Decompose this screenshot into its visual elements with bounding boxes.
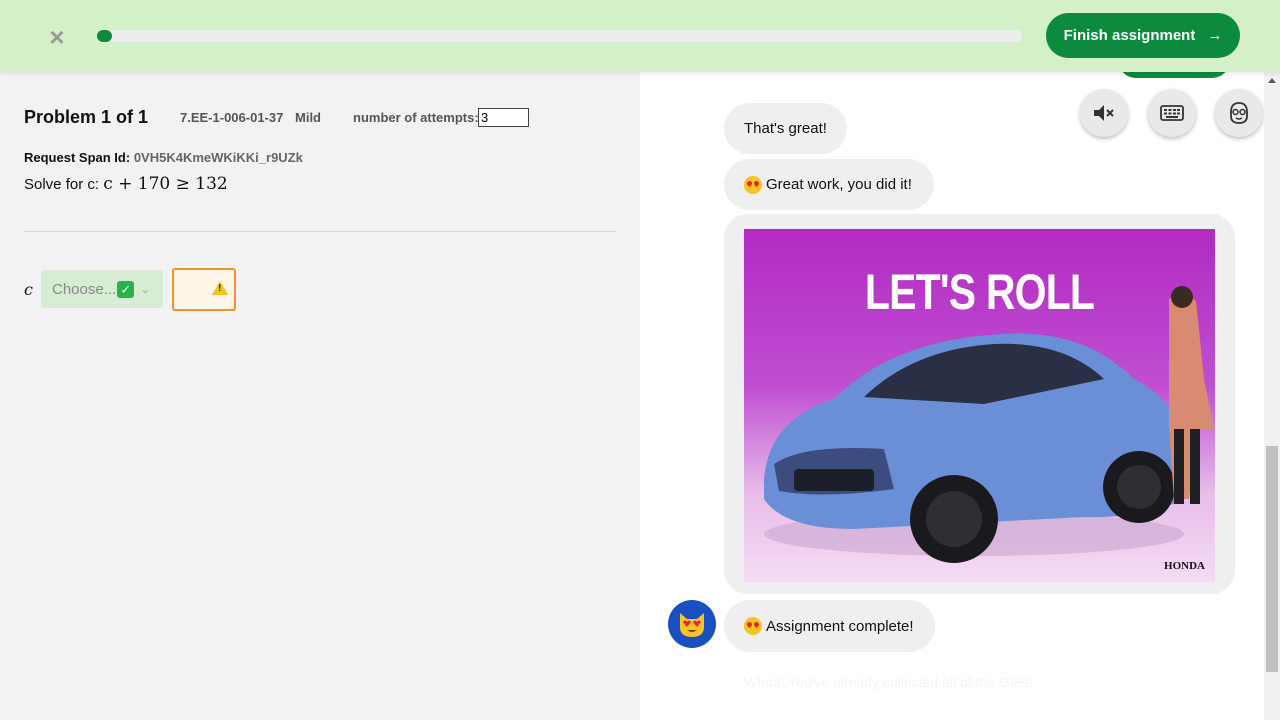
- heart-eyes-icon: [744, 617, 762, 635]
- progress-fill: [97, 30, 112, 42]
- arrow-right-icon: →: [1207, 27, 1223, 44]
- top-bar: × Finish assignment →: [0, 0, 1280, 72]
- chevron-down-icon: ⌄: [140, 282, 151, 296]
- problem-title: Problem 1 of 1: [24, 107, 149, 127]
- heart-eyes-icon: [744, 175, 762, 194]
- request-span-value: 0VH5K4KmeWKiKKi_r9UZk: [133, 150, 303, 165]
- scroll-up-icon[interactable]: [1268, 78, 1276, 83]
- keyboard-button[interactable]: [1148, 89, 1196, 137]
- chat-message-text: Great work, you did it!: [766, 176, 912, 193]
- relation-select[interactable]: Choose... ✓ ⌄: [41, 270, 163, 308]
- problem-pane: Problem 1 of 1 7.EE-1-006-01-37 Mild num…: [0, 72, 640, 720]
- finish-assignment-label: Finish assignment: [1063, 27, 1196, 44]
- finish-assignment-button[interactable]: Finish assignment →: [1046, 13, 1240, 58]
- request-span-label: Request Span Id:: [24, 150, 131, 165]
- variable-label: c: [24, 280, 33, 299]
- honda-logo: HONDA: [1164, 560, 1205, 572]
- equation: c + 170 ≥ 132: [103, 174, 228, 194]
- chat-message: Great work, you did it!: [724, 159, 934, 210]
- progress-bar: [97, 30, 1022, 42]
- chat-message-text: That's great!: [744, 120, 827, 137]
- warning-icon: !: [212, 281, 228, 295]
- gif-message: LET'S ROLL HONDA: [724, 214, 1235, 594]
- gif-image: LET'S ROLL HONDA: [744, 229, 1215, 582]
- solve-prefix: Solve for c:: [24, 176, 100, 193]
- car-illustration: [764, 286, 1214, 563]
- difficulty-label: Mild: [295, 110, 321, 125]
- attempts-input[interactable]: [478, 108, 529, 127]
- mute-icon: [1094, 105, 1114, 121]
- divider: [24, 231, 616, 232]
- check-icon: ✓: [117, 280, 135, 298]
- mute-button[interactable]: [1080, 89, 1128, 137]
- chat-message-text: Assignment complete!: [766, 617, 914, 635]
- attempts-label: number of attempts:: [353, 110, 479, 125]
- chat-pane: That's great! Great work, you did it! LE…: [640, 72, 1264, 720]
- chat-message: That's great!: [724, 103, 847, 154]
- robot-face-icon: [1230, 102, 1248, 124]
- keyboard-icon: [1160, 105, 1184, 121]
- problem-code: 7.EE-1-006-01-37: [180, 110, 284, 125]
- close-icon[interactable]: ×: [44, 24, 70, 50]
- previous-button-peek: [1118, 72, 1230, 78]
- chat-scrollbar[interactable]: [1264, 72, 1280, 720]
- gif-collection-notice: Whoa! You've already collected all of th…: [744, 674, 1034, 690]
- relation-select-placeholder: Choose...: [52, 280, 117, 298]
- heart-eyes-cat-icon: [680, 613, 704, 637]
- answer-input[interactable]: !: [172, 268, 236, 311]
- tutor-face-button[interactable]: [1215, 89, 1263, 137]
- avatar: [668, 600, 716, 648]
- request-span-row: Request Span Id: 0VH5K4KmeWKiKKi_r9UZk: [24, 150, 303, 165]
- problem-statement: Solve for c: c + 170 ≥ 132: [24, 174, 228, 194]
- chat-message: Assignment complete!: [724, 600, 935, 652]
- scroll-thumb[interactable]: [1266, 446, 1278, 672]
